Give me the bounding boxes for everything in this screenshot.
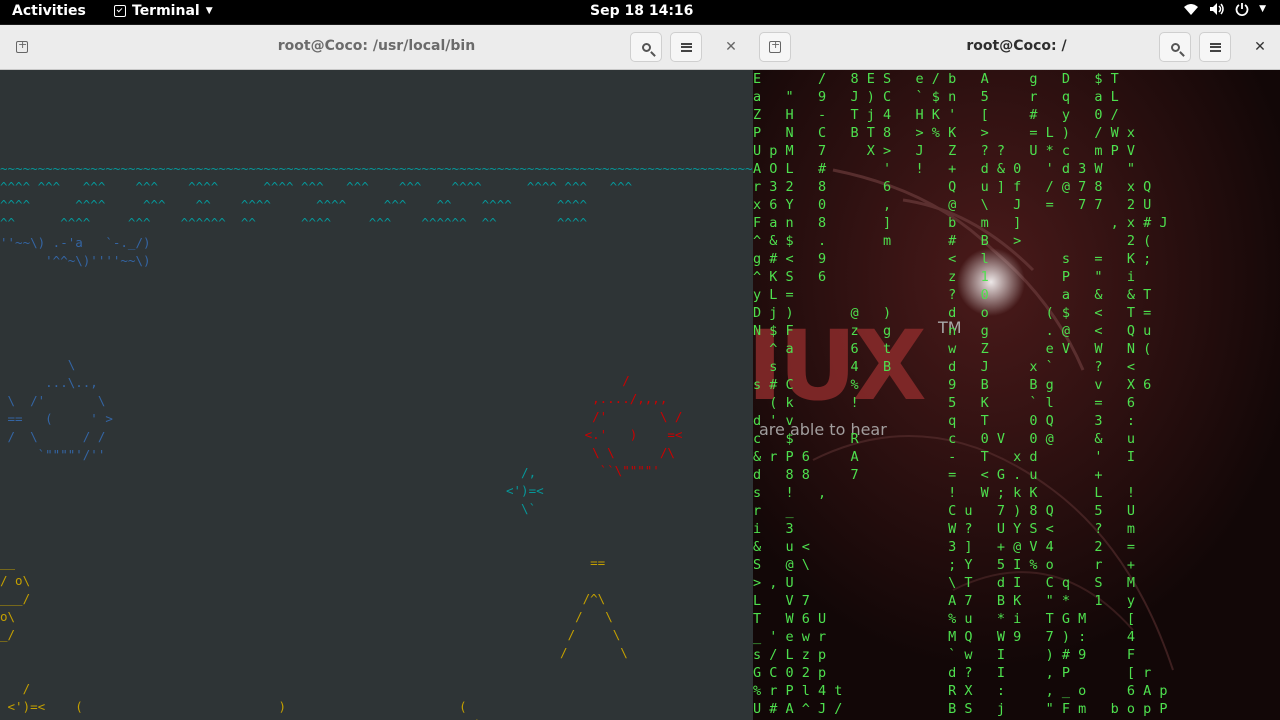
- menu-button[interactable]: [1199, 32, 1231, 62]
- chevron-down-icon: ▼: [1259, 4, 1266, 14]
- close-button[interactable]: ✕: [1244, 32, 1276, 62]
- new-tab-button[interactable]: [759, 32, 791, 62]
- aquarium-fish-cyan: /, <')=< \`: [506, 465, 544, 516]
- cmatrix-output: E / 8 E S e / b A g D $ T a " 9 J ) C ` …: [753, 71, 1168, 720]
- search-button[interactable]: [1159, 32, 1191, 62]
- search-icon: [1170, 42, 1180, 52]
- terminal-window-matrix[interactable]: root@Coco: / ✕ IUX TM are abl: [753, 25, 1280, 720]
- window-header[interactable]: root@Coco: / ✕: [753, 25, 1280, 70]
- clock[interactable]: Sep 18 14:16: [590, 3, 693, 19]
- close-button[interactable]: ✕: [715, 32, 747, 62]
- aquarium-castle: ''~~\) .-'a `-._/) '^^~\)''''~~\): [0, 235, 151, 268]
- search-icon: [641, 42, 651, 52]
- search-button[interactable]: [630, 32, 662, 62]
- menu-button[interactable]: [670, 32, 702, 62]
- terminal-output[interactable]: IUX TM are able to hear E / 8 E S e / b …: [753, 70, 1280, 720]
- new-tab-icon: [16, 38, 28, 53]
- terminal-window-aquarium[interactable]: root@Coco: /usr/local/bin ✕ ~~~~~~~~~~~~…: [0, 25, 753, 720]
- volume-icon: [1210, 3, 1224, 15]
- hamburger-icon: [1209, 42, 1221, 52]
- aquarium-bottom: / <')=< ( ) ( \ / ): [7, 681, 482, 720]
- aquarium-fish-red: / ,..../,,,, /' \ / <.' ) =< \ \ /\ ``\"…: [584, 373, 683, 478]
- wifi-icon: [1184, 4, 1199, 15]
- activities-button[interactable]: Activities: [12, 3, 86, 19]
- hamburger-icon: [680, 42, 692, 52]
- aquarium-fish-blue: \ ...\.., \ /' \ == ( ' > / \ / / `""""'…: [7, 357, 113, 462]
- close-icon: ✕: [1254, 39, 1266, 55]
- aquarium-water: ~~~~~~~~~~~~~~~~~~~~~~~~~~~~~~~~~~~~~~~~…: [0, 161, 753, 230]
- power-icon: [1235, 3, 1249, 16]
- terminal-icon: [114, 5, 126, 17]
- aquarium-fish-yellow: __ / o\ ___/ o\ _/: [0, 555, 31, 642]
- app-menu-button[interactable]: Terminal ▼: [114, 3, 213, 19]
- system-tray[interactable]: ▼: [1183, 2, 1266, 16]
- aquarium-sailboat: == /^\ / \ / \ / \: [560, 555, 628, 660]
- new-tab-button[interactable]: [6, 32, 38, 62]
- chevron-down-icon: ▼: [205, 6, 213, 16]
- top-bar: Activities Terminal ▼ Sep 18 14:16 ▼: [0, 0, 1280, 24]
- close-icon: ✕: [725, 39, 737, 55]
- new-tab-icon: [769, 38, 781, 53]
- terminal-output[interactable]: ~~~~~~~~~~~~~~~~~~~~~~~~~~~~~~~~~~~~~~~~…: [0, 70, 753, 720]
- window-header[interactable]: root@Coco: /usr/local/bin ✕: [0, 25, 753, 70]
- app-menu-label: Terminal: [132, 3, 200, 19]
